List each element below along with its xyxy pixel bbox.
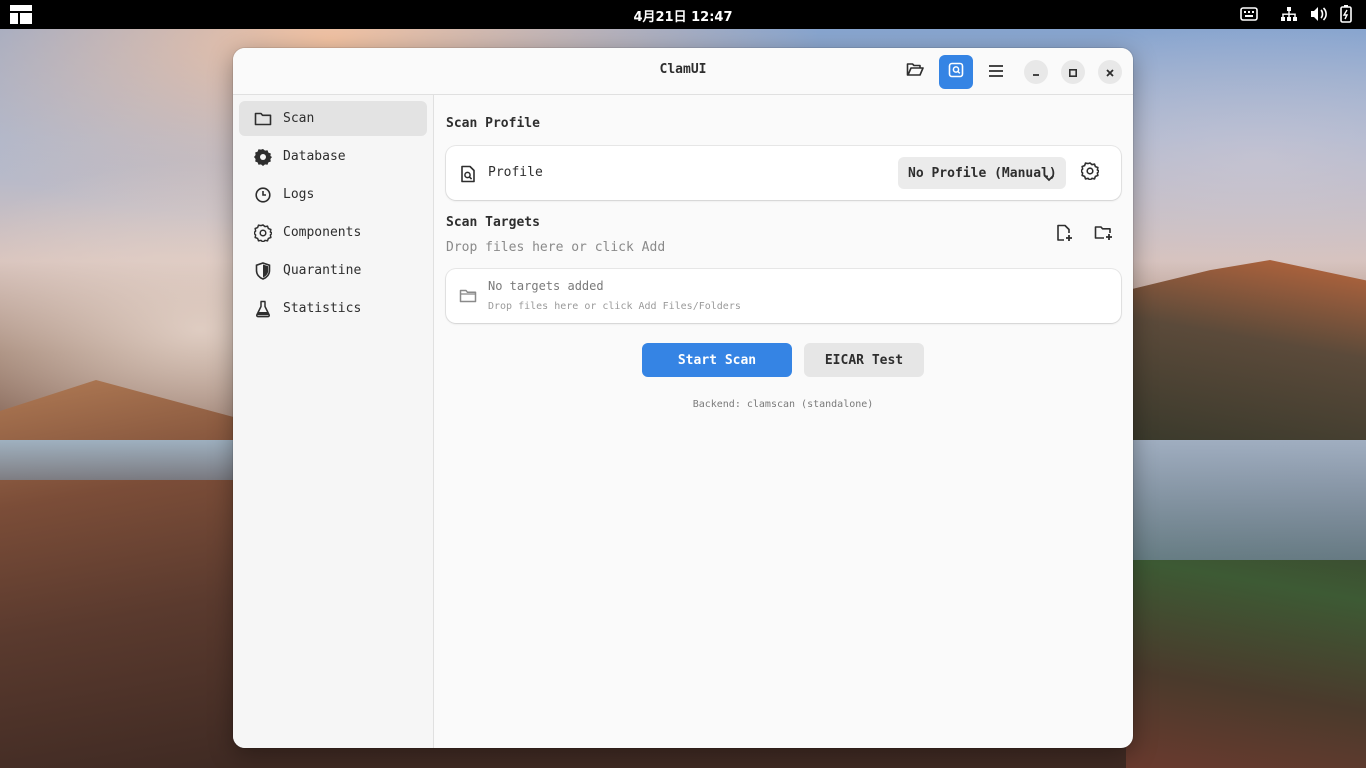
volume-icon[interactable] [1310,6,1328,22]
sidebar-item-statistics[interactable]: Statistics [239,291,427,326]
minimize-icon [1031,63,1041,82]
empty-targets-hint: Drop files here or click Add Files/Folde… [488,301,741,312]
sidebar-item-database[interactable]: Database [239,139,427,174]
folder-icon [459,288,477,308]
sidebar-item-components[interactable]: Components [239,215,427,250]
maximize-button[interactable] [1061,60,1085,84]
profile-dropdown-value: No Profile (Manual) [908,165,1057,181]
wallpaper-mist-left [0,440,240,480]
sidebar-item-label: Scan [283,111,315,126]
database-gear-icon [254,148,272,166]
system-tray[interactable] [1240,5,1352,23]
clock-icon [254,186,272,204]
system-top-bar: 4月21日 12:47 [0,0,1366,29]
shield-icon [254,261,272,280]
sidebar-item-label: Components [283,225,362,240]
backend-status: Backend: clamscan (standalone) [692,399,874,410]
scan-view-button[interactable] [939,55,973,89]
keyboard-icon[interactable] [1240,7,1258,21]
gear-icon [1079,162,1101,184]
profile-label: Profile [488,165,543,180]
sidebar-item-quarantine[interactable]: Quarantine [239,253,427,288]
eicar-test-button[interactable]: EICAR Test [804,343,924,377]
close-button[interactable] [1098,60,1122,84]
clock[interactable]: 4月21日 12:47 [0,6,1366,25]
add-folder-button[interactable] [1089,220,1119,250]
hamburger-menu-icon [988,63,1004,82]
folder-open-icon [906,62,924,82]
sidebar-item-label: Database [283,149,346,164]
scan-view-icon [948,62,964,82]
gear-icon [254,223,272,242]
main-menu-button[interactable] [979,55,1013,89]
wallpaper-mountain-left [0,380,240,768]
folder-add-icon [1094,224,1114,246]
folder-icon [254,110,272,128]
maximize-icon [1068,63,1078,82]
profile-dropdown[interactable]: No Profile (Manual) [898,157,1066,189]
scan-profile-heading: Scan Profile [446,116,540,131]
clamui-window: ClamUI Scan Database Logs Components Qua… [233,48,1133,748]
flask-icon [254,300,272,318]
scan-targets-heading: Scan Targets [446,215,540,230]
sidebar-item-label: Quarantine [283,263,362,278]
targets-list[interactable]: No targets added Drop files here or clic… [446,269,1121,323]
sidebar-item-logs[interactable]: Logs [239,177,427,212]
open-folder-button[interactable] [898,55,932,89]
profile-settings-button[interactable] [1075,158,1105,188]
scan-targets-subtitle: Drop files here or click Add [446,240,666,255]
sidebar: Scan Database Logs Components Quarantine [233,95,434,748]
sidebar-item-label: Statistics [283,301,362,316]
wallpaper-mist-right [1126,440,1366,560]
file-add-icon [1055,224,1073,246]
add-files-button[interactable] [1049,220,1079,250]
minimize-button[interactable] [1024,60,1048,84]
close-icon [1105,63,1115,82]
empty-targets-title: No targets added [488,279,604,293]
header-bar[interactable]: ClamUI [233,48,1133,95]
sidebar-item-scan[interactable]: Scan [239,101,427,136]
sidebar-item-label: Logs [283,187,315,202]
profile-scan-icon [460,165,476,187]
start-scan-button[interactable]: Start Scan [642,343,792,377]
battery-icon[interactable] [1340,5,1352,23]
network-icon[interactable] [1280,6,1298,22]
chevron-down-icon [1043,168,1055,187]
profile-row: Profile No Profile (Manual) [446,146,1121,200]
